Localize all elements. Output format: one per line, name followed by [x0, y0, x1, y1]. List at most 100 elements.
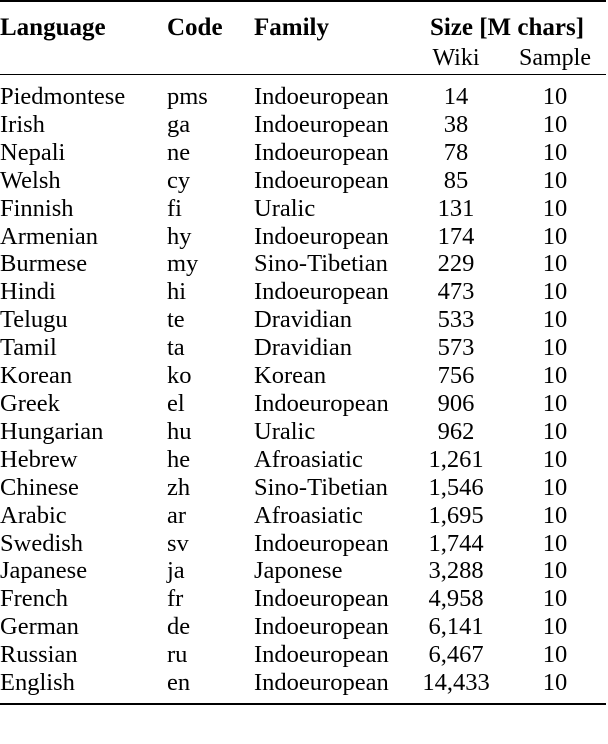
- column-header-language: Language: [0, 14, 106, 41]
- table-row: Tamil ta Dravidian 573 10: [0, 334, 606, 362]
- table-bottom-rule: [0, 702, 606, 706]
- column-header-sample: Sample: [519, 45, 591, 71]
- cell-sample: 10: [542, 473, 568, 501]
- cell-language: German: [0, 613, 79, 641]
- cell-family: Indoeuropean: [254, 529, 389, 557]
- cell-code: cy: [167, 166, 191, 194]
- cell-language: Irish: [0, 110, 45, 138]
- cell-language: Welsh: [0, 166, 61, 194]
- cell-wiki: 756: [437, 362, 475, 390]
- cell-sample: 10: [542, 166, 568, 194]
- cell-wiki: 1,261: [428, 445, 484, 473]
- cell-code: ru: [167, 641, 188, 669]
- cell-language: Swedish: [0, 529, 84, 557]
- language-statistics-table-container: Language Code Family Size [M chars] Wiki…: [0, 0, 608, 706]
- cell-sample: 10: [542, 445, 568, 473]
- cell-code: sv: [167, 529, 189, 557]
- cell-wiki: 1,695: [428, 501, 484, 529]
- cell-language: Korean: [0, 362, 73, 390]
- language-statistics-table: Language Code Family Size [M chars] Wiki…: [0, 0, 606, 706]
- table-row: Finnish fi Uralic 131 10: [0, 195, 606, 223]
- cell-family: Afroasiatic: [254, 501, 363, 529]
- cell-family: Indoeuropean: [254, 110, 389, 138]
- table-row: Nepali ne Indoeuropean 78 10: [0, 139, 606, 167]
- table-row: French fr Indoeuropean 4,958 10: [0, 585, 606, 613]
- cell-wiki: 906: [437, 389, 475, 417]
- table-row: Welsh cy Indoeuropean 85 10: [0, 167, 606, 195]
- cell-sample: 10: [542, 334, 568, 362]
- cell-wiki: 6,141: [428, 613, 484, 641]
- cell-language: Greek: [0, 389, 60, 417]
- cell-code: el: [167, 389, 185, 417]
- cell-sample: 10: [542, 278, 568, 306]
- cell-sample: 10: [542, 138, 568, 166]
- cell-wiki: 1,744: [428, 529, 484, 557]
- cell-sample: 10: [542, 250, 568, 278]
- cell-sample: 10: [542, 222, 568, 250]
- cell-language: Hebrew: [0, 445, 78, 473]
- cell-sample: 10: [542, 613, 568, 641]
- cell-code: ja: [167, 557, 185, 585]
- cell-sample: 10: [542, 417, 568, 445]
- table-row: Russian ru Indoeuropean 6,467 10: [0, 641, 606, 669]
- cell-family: Uralic: [254, 194, 316, 222]
- table-header-row-primary: Language Code Family Size [M chars]: [0, 13, 606, 44]
- cell-sample: 10: [542, 669, 568, 697]
- cell-code: fi: [167, 194, 182, 222]
- cell-sample: 10: [542, 557, 568, 585]
- cell-family: Indoeuropean: [254, 222, 389, 250]
- cell-family: Dravidian: [254, 306, 352, 334]
- cell-language: Japanese: [0, 557, 88, 585]
- table-row: Burmese my Sino-Tibetian 229 10: [0, 250, 606, 278]
- table-row: Japanese ja Japonese 3,288 10: [0, 557, 606, 585]
- cell-sample: 10: [542, 529, 568, 557]
- cell-code: hu: [167, 417, 192, 445]
- table-row: Swedish sv Indoeuropean 1,744 10: [0, 530, 606, 558]
- cell-wiki: 131: [437, 194, 475, 222]
- table-row: Hebrew he Afroasiatic 1,261 10: [0, 446, 606, 474]
- cell-wiki: 174: [437, 222, 475, 250]
- cell-sample: 10: [542, 585, 568, 613]
- table-row: English en Indoeuropean 14,433 10: [0, 669, 606, 697]
- cell-code: de: [167, 613, 191, 641]
- cell-family: Uralic: [254, 417, 316, 445]
- table-row: Irish ga Indoeuropean 38 10: [0, 111, 606, 139]
- cell-language: Nepali: [0, 138, 66, 166]
- cell-wiki: 1,546: [428, 473, 484, 501]
- cell-language: Arabic: [0, 501, 67, 529]
- cell-family: Japonese: [254, 557, 343, 585]
- table-row: Hindi hi Indoeuropean 473 10: [0, 278, 606, 306]
- cell-sample: 10: [542, 389, 568, 417]
- cell-code: hi: [167, 278, 187, 306]
- cell-code: zh: [167, 473, 191, 501]
- cell-code: ko: [167, 362, 192, 390]
- cell-wiki: 78: [443, 138, 469, 166]
- cell-language: Armenian: [0, 222, 98, 250]
- cell-wiki: 38: [443, 110, 469, 138]
- cell-wiki: 473: [437, 278, 475, 306]
- cell-language: Finnish: [0, 194, 74, 222]
- cell-code: ar: [167, 501, 187, 529]
- cell-family: Sino-Tibetian: [254, 473, 388, 501]
- table-row: Arabic ar Afroasiatic 1,695 10: [0, 502, 606, 530]
- cell-wiki: 229: [437, 250, 475, 278]
- cell-code: my: [167, 250, 199, 278]
- cell-wiki: 85: [443, 166, 469, 194]
- cell-wiki: 14: [443, 83, 469, 110]
- table-row: German de Indoeuropean 6,141 10: [0, 613, 606, 641]
- cell-language: English: [0, 669, 75, 697]
- cell-code: en: [167, 669, 191, 697]
- cell-language: Hungarian: [0, 417, 104, 445]
- cell-sample: 10: [542, 83, 568, 110]
- cell-family: Indoeuropean: [254, 669, 389, 697]
- cell-wiki: 573: [437, 334, 475, 362]
- cell-language: Tamil: [0, 334, 57, 362]
- cell-family: Dravidian: [254, 334, 352, 362]
- cell-code: ne: [167, 138, 191, 166]
- cell-family: Indoeuropean: [254, 138, 389, 166]
- cell-code: te: [167, 306, 185, 334]
- cell-code: ga: [167, 110, 191, 138]
- cell-language: Hindi: [0, 278, 56, 306]
- cell-wiki: 3,288: [428, 557, 484, 585]
- cell-language: Telugu: [0, 306, 68, 334]
